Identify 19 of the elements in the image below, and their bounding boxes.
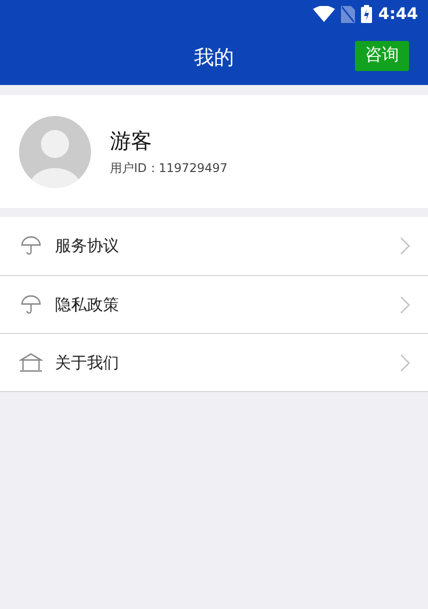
no-sim-icon <box>341 6 356 22</box>
chevron-right-icon <box>400 237 410 255</box>
umbrella-icon <box>20 235 42 257</box>
menu-item[interactable]: 隐私政策 <box>0 275 428 333</box>
battery-charging-icon <box>361 5 372 23</box>
page-title: 我的 <box>194 44 234 70</box>
chevron-right-icon <box>400 296 410 314</box>
wifi-icon <box>313 6 336 22</box>
user-id: 用户ID：119729497 <box>110 160 228 178</box>
menu-label: 关于我们 <box>55 352 120 374</box>
building-icon <box>19 352 43 374</box>
chevron-right-icon <box>400 354 410 372</box>
menu-item[interactable]: 服务协议 <box>0 217 428 275</box>
umbrella-icon <box>20 294 42 316</box>
menu-label: 服务协议 <box>55 235 120 257</box>
menu-item[interactable]: 关于我们 <box>0 333 428 391</box>
user-name: 游客 <box>110 128 153 155</box>
status-time: 4:44 <box>378 3 418 25</box>
menu-label: 隐私政策 <box>55 294 120 316</box>
